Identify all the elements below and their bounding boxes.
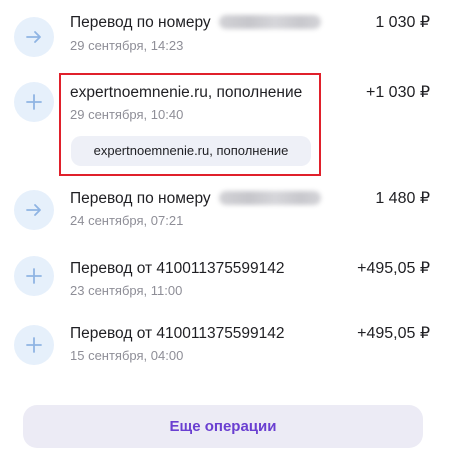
operation-amount: 1 030 ₽ xyxy=(375,14,430,31)
operation-date: 23 сентября, 11:00 xyxy=(70,283,183,298)
operation-amount: +495,05 ₽ xyxy=(357,260,430,277)
operation-amount: +495,05 ₽ xyxy=(357,325,430,342)
operation-amount: 1 480 ₽ xyxy=(375,190,430,207)
operation-date: 15 сентября, 04:00 xyxy=(70,348,184,363)
plus-icon xyxy=(14,82,54,122)
operation-date: 29 сентября, 14:23 xyxy=(70,38,184,53)
plus-icon xyxy=(14,256,54,296)
arrow-right-icon xyxy=(14,17,54,57)
operation-date: 24 сентября, 07:21 xyxy=(70,213,184,228)
plus-icon xyxy=(14,325,54,365)
more-operations-button[interactable]: Еще операции xyxy=(23,405,423,448)
operation-title: Перевод по номеру xyxy=(70,13,321,33)
highlight-box xyxy=(59,73,321,176)
arrow-right-icon xyxy=(14,190,54,230)
operation-title: Перевод от 410011375599142 xyxy=(70,325,285,342)
redacted-phone xyxy=(218,15,321,29)
operation-title: Перевод от 410011375599142 xyxy=(70,260,285,277)
redacted-phone xyxy=(218,191,321,205)
operation-title: Перевод по номеру xyxy=(70,189,321,209)
operation-amount: +1 030 ₽ xyxy=(365,84,430,101)
